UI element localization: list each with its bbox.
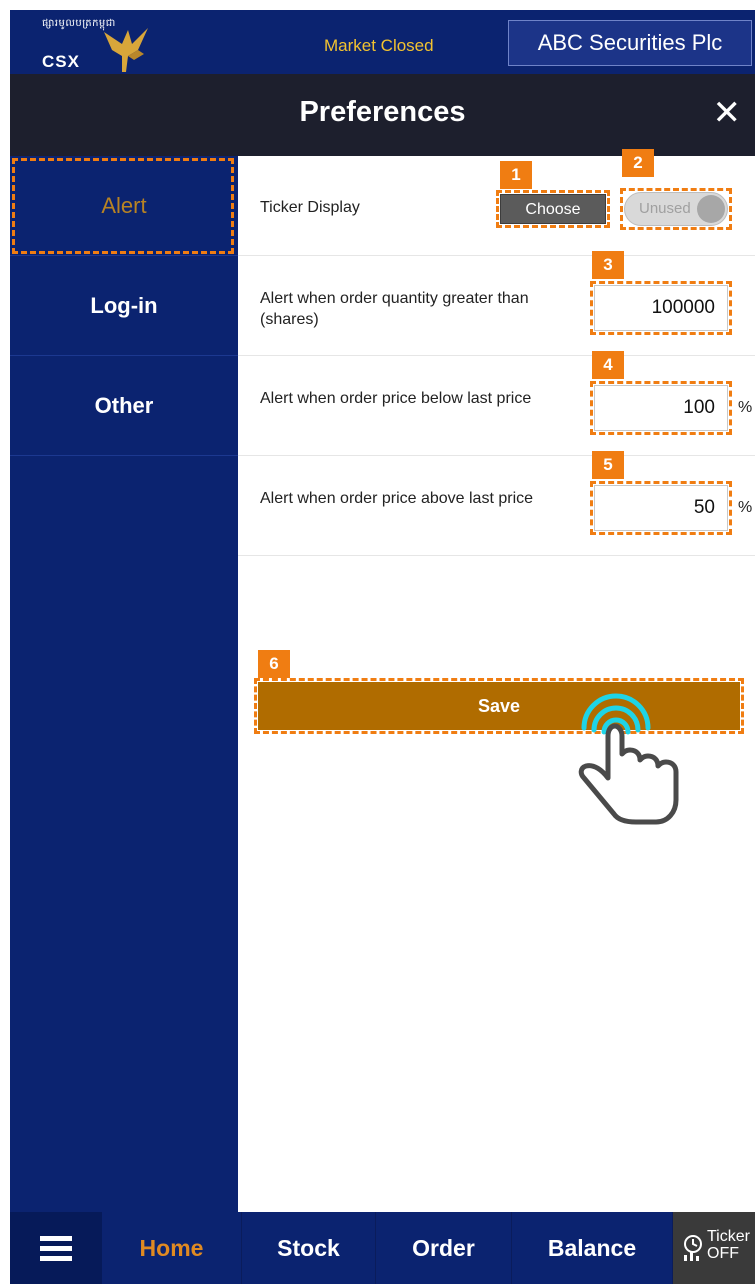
- sidebar-item-other[interactable]: Other: [10, 356, 238, 456]
- alert-settings-panel: Ticker Display Choose Unused 1 2 Alert w…: [238, 149, 755, 1212]
- csx-logo: ផ្សារមូលបត្រកម្ពុជា CSX: [32, 14, 152, 72]
- quantity-alert-label: Alert when order quantity greater than (…: [260, 290, 529, 328]
- ticker-label-line1: Ticker: [707, 1228, 750, 1245]
- bottom-navigation: Home Stock Order Balance Ticker OFF: [10, 1212, 755, 1284]
- callout-badge-3: 3: [592, 251, 624, 279]
- ticker-icon: [684, 1235, 702, 1261]
- title-bar: Preferences ✕: [10, 74, 755, 156]
- quantity-alert-input[interactable]: [594, 285, 728, 331]
- csx-bird-logo-icon: [104, 28, 148, 72]
- price-above-alert-input[interactable]: [594, 485, 728, 531]
- sidebar-item-label: Alert: [101, 193, 147, 218]
- toggle-state-label: Unused: [639, 200, 691, 217]
- price-below-alert-label: Alert when order price below last price: [260, 390, 532, 407]
- page-title: Preferences: [299, 96, 466, 128]
- price-below-alert-row: Alert when order price below last price …: [238, 351, 755, 456]
- ticker-toggle-button[interactable]: Ticker OFF: [673, 1212, 755, 1284]
- price-above-alert-label: Alert when order price above last price: [260, 490, 534, 507]
- ticker-label: Ticker OFF: [707, 1228, 750, 1262]
- price-below-alert-input[interactable]: [594, 385, 728, 431]
- callout-badge-6: 6: [258, 650, 290, 678]
- callout-badge-5: 5: [592, 451, 624, 479]
- nav-stock[interactable]: Stock: [242, 1212, 376, 1284]
- nav-home[interactable]: Home: [102, 1212, 242, 1284]
- ticker-display-label: Ticker Display: [260, 199, 360, 216]
- broker-name-button[interactable]: ABC Securities Plc: [508, 20, 752, 66]
- top-header: ផ្សារមូលបត្រកម្ពុជា CSX Market Closed AB…: [10, 10, 755, 74]
- sidebar-item-label: Log-in: [90, 293, 158, 318]
- percent-unit-label: %: [738, 499, 753, 516]
- sidebar-item-label: Other: [94, 393, 154, 418]
- callout-badge-4: 4: [592, 351, 624, 379]
- callout-badge-1: 1: [500, 161, 532, 189]
- price-above-alert-row: Alert when order price above last price …: [238, 451, 755, 556]
- sidebar: Alert Log-in Other: [10, 156, 238, 1212]
- market-status: Market Closed: [324, 36, 434, 55]
- sidebar-item-alert[interactable]: Alert: [10, 156, 238, 256]
- callout-badge-2: 2: [622, 149, 654, 177]
- nav-balance[interactable]: Balance: [512, 1212, 673, 1284]
- quantity-alert-row: Alert when order quantity greater than (…: [238, 251, 755, 356]
- save-button[interactable]: Save: [258, 682, 740, 730]
- toggle-knob: [697, 195, 725, 223]
- ticker-label-line2: OFF: [707, 1245, 739, 1262]
- ticker-display-row: Ticker Display Choose Unused 1 2: [238, 149, 755, 256]
- logo-csx-text: CSX: [42, 52, 80, 71]
- choose-button[interactable]: Choose: [500, 194, 606, 224]
- sidebar-item-log-in[interactable]: Log-in: [10, 256, 238, 356]
- hamburger-menu-icon[interactable]: [10, 1212, 102, 1284]
- nav-order[interactable]: Order: [376, 1212, 512, 1284]
- close-icon[interactable]: ✕: [713, 96, 742, 130]
- ticker-toggle[interactable]: Unused: [624, 192, 728, 226]
- percent-unit-label: %: [738, 399, 753, 416]
